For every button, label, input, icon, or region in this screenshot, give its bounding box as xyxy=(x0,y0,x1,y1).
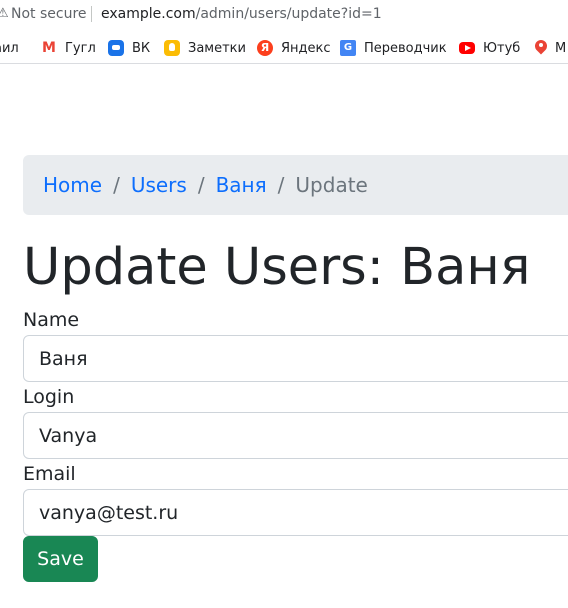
yandex-icon: Я xyxy=(257,40,273,56)
url-host: example.com xyxy=(101,6,196,22)
bookmark-notes[interactable]: Заметки xyxy=(164,32,246,63)
warning-icon[interactable]: ⚠ xyxy=(0,6,9,22)
breadcrumb-separator: / xyxy=(113,173,120,197)
url-text[interactable]: example.com/admin/users/update?id=1 xyxy=(101,5,382,23)
bookmark-translate[interactable]: G Переводчик xyxy=(340,32,447,63)
breadcrumb: Home / Users / Ваня / Update xyxy=(23,155,568,215)
breadcrumb-separator: / xyxy=(277,173,285,197)
youtube-icon xyxy=(459,42,475,54)
bookmark-label: Гугл xyxy=(65,40,96,56)
bookmark-label: аил xyxy=(0,40,19,56)
notes-icon xyxy=(164,40,180,56)
save-button[interactable]: Save xyxy=(23,536,98,582)
breadcrumb-home-link[interactable]: Home xyxy=(43,173,102,197)
bookmark-mail[interactable]: аил xyxy=(0,32,19,63)
bookmark-gugl[interactable]: M Гугл xyxy=(41,32,96,63)
login-field[interactable] xyxy=(23,412,568,459)
url-path: /admin/users/update?id=1 xyxy=(195,6,382,22)
bookmark-label: ВК xyxy=(132,40,151,56)
breadcrumb-separator: / xyxy=(197,173,205,197)
bookmark-yandex[interactable]: Я Яндекс xyxy=(257,32,331,63)
address-bar[interactable]: ⚠ Not secure example.com/admin/users/upd… xyxy=(0,0,568,30)
name-label: Name xyxy=(23,309,80,331)
translate-icon: G xyxy=(340,40,356,56)
gmail-icon: M xyxy=(42,40,56,56)
bookmark-label: Яндекс xyxy=(281,40,331,56)
security-label[interactable]: Not secure xyxy=(11,5,87,23)
bookmark-maps[interactable]: М xyxy=(535,32,567,63)
breadcrumb-users-link[interactable]: Users xyxy=(131,173,187,197)
bookmark-label: Заметки xyxy=(188,40,246,56)
bookmark-label: Ютуб xyxy=(483,40,521,56)
breadcrumb-active: Update xyxy=(295,173,368,197)
bookmark-vk[interactable]: ВК xyxy=(108,32,151,63)
maps-icon xyxy=(535,40,547,56)
vk-icon xyxy=(108,40,124,56)
address-divider xyxy=(91,6,92,22)
bookmark-youtube[interactable]: Ютуб xyxy=(459,32,521,63)
bookmark-label: Переводчик xyxy=(364,40,447,56)
bookmark-label: М xyxy=(555,40,567,56)
page-title: Update Users: Ваня xyxy=(23,238,531,297)
name-field[interactable] xyxy=(23,335,568,382)
login-label: Login xyxy=(23,386,75,408)
email-label: Email xyxy=(23,463,76,485)
bookmarks-bar: аил M Гугл ВК Заметки Я Яндекс G Перевод… xyxy=(0,32,568,64)
email-field[interactable] xyxy=(23,489,568,536)
breadcrumb-user-link[interactable]: Ваня xyxy=(216,173,267,197)
